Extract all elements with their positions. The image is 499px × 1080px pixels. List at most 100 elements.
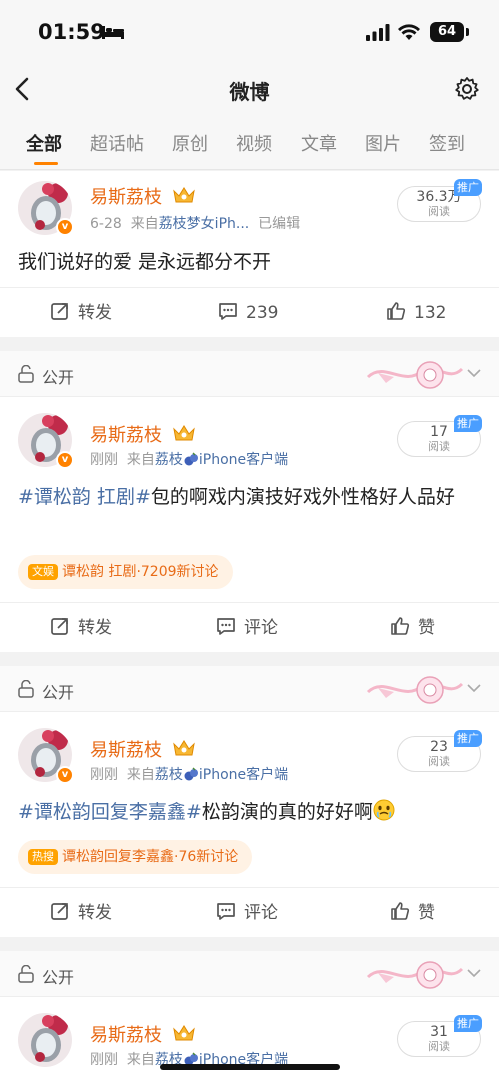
chip-tag: 文娱 — [28, 564, 58, 580]
topic-chip[interactable]: 热搜 谭松韵回复李嘉鑫·76新讨论 — [18, 840, 253, 874]
battery-icon: 64 — [430, 22, 464, 42]
visibility-row[interactable]: 公开 — [0, 951, 499, 997]
card-decoration-icon — [366, 961, 464, 989]
visibility-label: 公开 — [42, 683, 75, 702]
thumbs-up-icon — [391, 617, 410, 635]
visibility-row[interactable]: 公开 — [0, 351, 499, 397]
page-title: 微博 — [229, 80, 270, 104]
blueberry-icon — [184, 767, 198, 781]
post-date: 刚刚 — [90, 767, 118, 783]
post-meta: 刚刚 来自荔枝 iPhone客户端 — [90, 764, 288, 784]
avatar[interactable] — [18, 1013, 72, 1067]
post-meta: 6-28 来自荔枝梦女iPh... 已编辑 — [90, 213, 300, 233]
read-label: 阅读 — [428, 205, 450, 218]
read-label: 阅读 — [428, 1040, 450, 1053]
chip-tag: 热搜 — [28, 849, 58, 865]
tab-video[interactable]: 视频 — [236, 130, 272, 156]
read-label: 阅读 — [428, 440, 450, 453]
touched-emoji-icon — [373, 799, 395, 821]
comment-button[interactable]: 评论 — [216, 901, 278, 925]
post-card: v 易斯荔枝 6-28 来自荔枝梦女iPh... 已编辑 36.3万 阅读 推广… — [0, 171, 499, 337]
like-count: 132 — [414, 303, 447, 323]
repost-label: 转发 — [78, 618, 112, 638]
post-body: 松韵演的真的好好啊 — [201, 801, 373, 823]
post-text: #谭松韵 扛剧#包的啊戏内演技好戏外性格好人品好 — [18, 482, 480, 512]
tab-all[interactable]: 全部 — [26, 130, 62, 156]
repost-button[interactable]: 转发 — [50, 616, 112, 640]
post-source-name[interactable]: 荔枝 — [155, 767, 183, 783]
post-date: 刚刚 — [90, 1052, 118, 1068]
post-text: 我们说好的爱 是永远都分不开 — [18, 251, 272, 273]
source-prefix: 来自 — [126, 452, 155, 468]
like-label: 赞 — [418, 618, 435, 638]
user-name[interactable]: 易斯荔枝 — [90, 736, 162, 762]
post-source-name[interactable]: 荔枝 — [155, 452, 183, 468]
like-button[interactable]: 赞 — [390, 901, 435, 925]
status-time: 01:59 — [38, 20, 105, 44]
thumbs-up-icon — [387, 302, 406, 320]
like-button[interactable]: 赞 — [390, 616, 435, 640]
like-button[interactable]: 132 — [386, 301, 446, 325]
post-actions: 转发 评论 赞 — [0, 887, 499, 937]
home-indicator[interactable] — [160, 1064, 340, 1070]
chip-text: 谭松韵回复李嘉鑫·76新讨论 — [62, 849, 239, 865]
chevron-down-icon[interactable] — [466, 682, 482, 694]
filter-tabs: 全部 超话帖 原创 视频 文章 图片 签到 — [0, 116, 499, 170]
source-prefix: 来自 — [130, 216, 159, 232]
repost-icon — [51, 618, 68, 635]
promote-badge[interactable]: 推广 — [454, 415, 482, 432]
promote-badge[interactable]: 推广 — [454, 730, 482, 747]
repost-button[interactable]: 转发 — [50, 301, 112, 325]
post-actions: 转发 评论 赞 — [0, 602, 499, 652]
verified-badge-icon: v — [56, 766, 74, 784]
post-card: 公开 v 易斯荔枝 刚刚 来自荔枝 iPhone客户端 23 阅读 推广 #谭松韵… — [0, 666, 499, 937]
crown-icon — [173, 425, 195, 441]
crown-icon — [173, 740, 195, 756]
promote-badge[interactable]: 推广 — [454, 179, 482, 196]
tab-checkin[interactable]: 签到 — [429, 130, 465, 156]
post-meta: 刚刚 来自荔枝 iPhone客户端 — [90, 449, 288, 469]
gear-icon[interactable] — [454, 76, 480, 102]
tab-original[interactable]: 原创 — [172, 130, 208, 156]
repost-label: 转发 — [78, 303, 112, 323]
topic-chip[interactable]: 文娱 谭松韵 扛剧·7209新讨论 — [18, 555, 233, 589]
comment-icon — [217, 618, 235, 635]
battery-tip — [466, 28, 469, 36]
visibility-row[interactable]: 公开 — [0, 666, 499, 712]
comment-label: 评论 — [244, 618, 278, 638]
card-decoration-icon — [366, 361, 464, 389]
post-text: #谭松韵回复李嘉鑫#松韵演的真的好好啊 — [18, 797, 480, 827]
read-label: 阅读 — [428, 755, 450, 768]
tab-article[interactable]: 文章 — [301, 130, 337, 156]
repost-button[interactable]: 转发 — [50, 901, 112, 925]
chip-text: 谭松韵 扛剧·7209新讨论 — [62, 564, 219, 580]
post-actions: 转发 239 132 — [0, 287, 499, 337]
visibility-label: 公开 — [42, 368, 75, 387]
tab-image[interactable]: 图片 — [365, 130, 401, 156]
comment-button[interactable]: 239 — [218, 301, 278, 325]
chevron-down-icon[interactable] — [466, 967, 482, 979]
thumbs-up-icon — [391, 902, 410, 920]
post-source-client[interactable]: iPhone客户端 — [199, 452, 288, 468]
post-body: 包的啊戏内演技好戏外性格好人品好 — [150, 486, 455, 508]
user-name[interactable]: 易斯荔枝 — [90, 1021, 162, 1047]
user-name[interactable]: 易斯荔枝 — [90, 183, 162, 209]
post-source-client[interactable]: iPhone客户端 — [199, 767, 288, 783]
chevron-down-icon[interactable] — [466, 367, 482, 379]
tab-super-topic[interactable]: 超话帖 — [90, 130, 144, 156]
repost-icon — [51, 903, 68, 920]
promote-badge[interactable]: 推广 — [454, 1015, 482, 1032]
verified-badge-icon: v — [56, 218, 74, 236]
user-name[interactable]: 易斯荔枝 — [90, 421, 162, 447]
active-tab-indicator — [34, 162, 58, 165]
post-card: 公开 v 易斯荔枝 刚刚 来自荔枝 iPhone客户端 17 阅读 推广 #谭松韵… — [0, 351, 499, 652]
verified-badge-icon: v — [56, 451, 74, 469]
repost-icon — [51, 303, 68, 320]
comment-icon — [217, 903, 235, 920]
comment-count: 239 — [246, 303, 279, 323]
topic-link[interactable]: #谭松韵回复李嘉鑫# — [18, 801, 202, 823]
unlock-icon — [18, 965, 34, 983]
topic-link[interactable]: #谭松韵 扛剧# — [18, 486, 151, 508]
post-source[interactable]: 荔枝梦女iPh... — [159, 216, 250, 232]
comment-button[interactable]: 评论 — [216, 616, 278, 640]
